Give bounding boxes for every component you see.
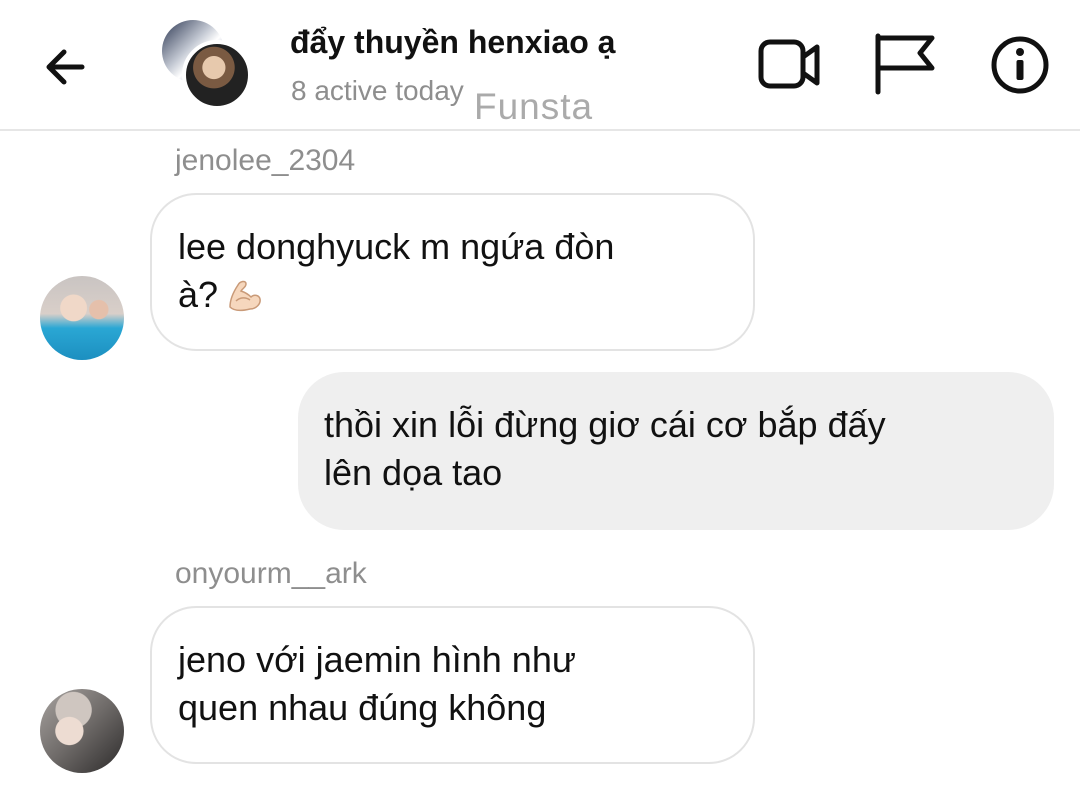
info-icon: [991, 36, 1049, 94]
report-button[interactable]: [872, 32, 938, 98]
group-avatar[interactable]: [162, 20, 252, 110]
chat-title[interactable]: đẩy thuyền henxiao ạ: [290, 24, 615, 61]
flag-icon: [875, 33, 935, 95]
message-bubble[interactable]: lee donghyuck m ngứa đòn à?: [150, 193, 755, 351]
arrow-left-icon: [46, 49, 85, 85]
chat-header: đẩy thuyền henxiao ạ 8 active today Funs…: [0, 0, 1080, 131]
message-line: lên dọa tao: [324, 452, 503, 493]
message-bubble-outgoing[interactable]: thồi xin lỗi đừng giơ cái cơ bắp đấy lên…: [298, 372, 1054, 530]
message-line: thồi xin lỗi đừng giơ cái cơ bắp đấy: [324, 404, 886, 445]
active-status: 8 active today: [291, 75, 464, 106]
flexed-biceps-emoji: [224, 277, 264, 325]
sender-avatar[interactable]: [40, 689, 124, 773]
info-button[interactable]: [987, 32, 1053, 98]
message-sender: onyourm__ark: [175, 557, 367, 590]
message-line-text: à?: [178, 274, 219, 315]
video-call-icon: [758, 39, 820, 89]
group-avatar-member-2: [182, 40, 252, 110]
message-sender: jenolee_2304: [175, 144, 356, 177]
message-line: à?: [178, 271, 727, 325]
sender-avatar[interactable]: [40, 276, 124, 360]
watermark: Funsta: [474, 86, 594, 127]
back-button[interactable]: [40, 40, 92, 92]
message-line: jeno với jaemin hình như: [178, 639, 576, 680]
message-line: quen nhau đúng không: [178, 687, 547, 728]
message-line: lee donghyuck m ngứa đòn: [178, 226, 615, 267]
message-bubble[interactable]: jeno với jaemin hình như quen nhau đúng …: [150, 606, 755, 764]
video-call-button[interactable]: [757, 32, 823, 98]
